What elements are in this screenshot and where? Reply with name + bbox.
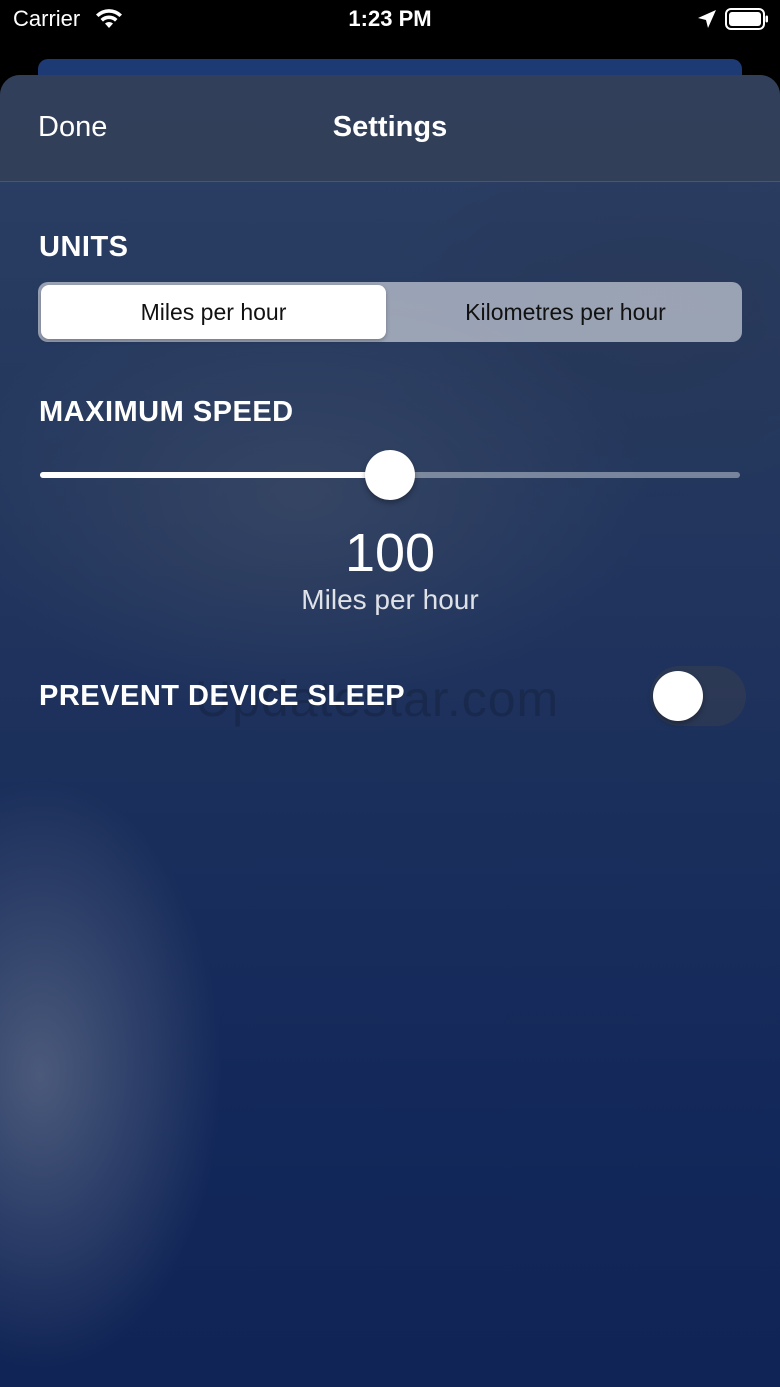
prevent-sleep-toggle[interactable] [650,666,746,726]
speed-unit: Miles per hour [301,584,479,615]
slider-fill [40,472,390,478]
status-time: 1:23 PM [348,6,432,31]
slider-thumb[interactable] [365,450,415,500]
page-title: Settings [332,111,448,143]
battery-icon [725,8,768,30]
segment-kilometres-per-hour[interactable]: Kilometres per hour [393,285,738,339]
segment-miles-per-hour[interactable]: Miles per hour [41,285,386,339]
maximum-speed-label: MAXIMUM SPEED [39,396,294,428]
units-label: UNITS [39,231,129,263]
toggle-knob [653,671,703,721]
settings-sheet: Done Settings UNITS Miles per hour Kilom… [0,75,780,1387]
max-speed-slider[interactable] [40,446,740,506]
prevent-device-sleep-label: PREVENT DEVICE SLEEP [39,680,406,712]
screen: Carrier 1:23 PM Done Settings UNITS Mile… [0,0,780,1387]
navigation-bar: Done Settings [0,75,780,182]
units-segmented-control: Miles per hour Kilometres per hour [38,282,742,342]
location-arrow-icon [698,10,716,28]
speed-value: 100 [344,523,436,583]
status-bar: Carrier 1:23 PM [0,0,780,42]
